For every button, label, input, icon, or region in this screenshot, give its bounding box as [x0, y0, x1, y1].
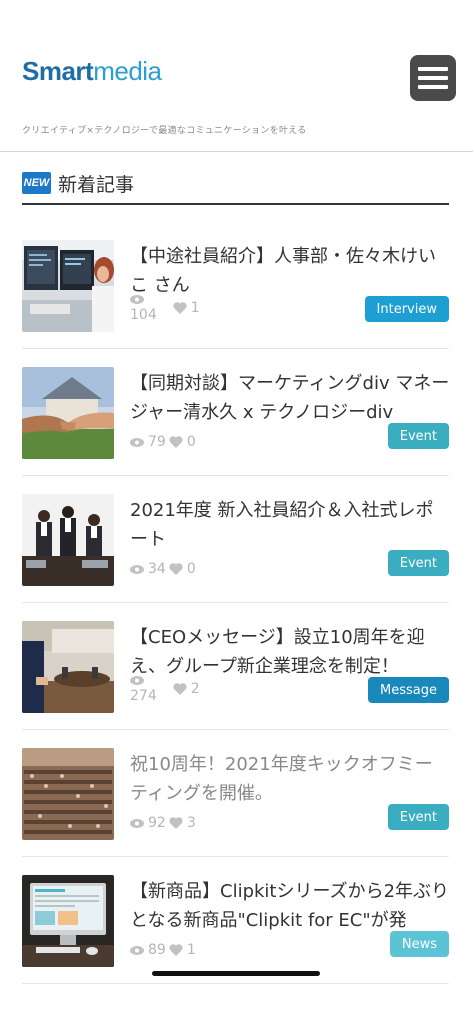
eye-icon [130, 676, 144, 685]
eye-icon [130, 818, 144, 828]
article-item[interactable]: 【同期対談】マーケティングdiv マネージャー清水久 x テクノロジーdiv 7… [22, 349, 449, 476]
article-thumbnail[interactable] [22, 748, 114, 840]
article-title[interactable]: 2021年度 新入社員紹介＆入社式レポート [130, 496, 450, 554]
heart-icon[interactable] [169, 817, 183, 829]
article-thumbnail[interactable] [22, 367, 114, 459]
article-thumbnail[interactable] [22, 621, 114, 713]
like-count: 2 [190, 681, 200, 697]
article-stats: 89 1 [130, 941, 196, 959]
hamburger-icon[interactable] [410, 55, 456, 101]
site-logo[interactable]: Smartmedia [22, 56, 162, 87]
eye-icon [130, 945, 144, 955]
view-count: 34 [148, 561, 166, 577]
view-count: 104 [130, 307, 157, 323]
article-title[interactable]: 【CEOメッセージ】設立10周年を迎え、グループ新企業理念を制定！ [130, 623, 450, 681]
eye-icon [130, 437, 144, 447]
heart-icon[interactable] [169, 563, 183, 575]
like-count: 0 [186, 561, 196, 577]
article-item[interactable]: 【中途社員紹介】人事部・佐々木けいこ さん 104 1 Interview [22, 222, 449, 349]
eye-icon [130, 295, 144, 304]
article-title[interactable]: 【同期対談】マーケティングdiv マネージャー清水久 x テクノロジーdiv [130, 369, 450, 427]
view-count: 79 [148, 434, 166, 450]
article-thumbnail[interactable] [22, 875, 114, 967]
category-tag[interactable]: News [389, 931, 449, 957]
site-tagline: クリエイティブ×テクノロジーで最適なコミュニケーションを叶える [22, 126, 307, 136]
article-thumbnail[interactable] [22, 240, 114, 332]
category-tag[interactable]: Event [387, 423, 449, 449]
article-stats: 274 2 [130, 674, 200, 714]
category-tag[interactable]: Message [368, 677, 449, 703]
article-item[interactable]: 【CEOメッセージ】設立10周年を迎え、グループ新企業理念を制定！ 274 2 … [22, 603, 449, 730]
view-count: 89 [148, 942, 166, 958]
like-count: 1 [186, 942, 196, 958]
article-stats: 79 0 [130, 433, 196, 451]
article-item[interactable]: 2021年度 新入社員紹介＆入社式レポート 34 0 Event [22, 476, 449, 603]
view-count: 274 [130, 688, 157, 704]
article-stats: 34 0 [130, 560, 196, 578]
category-tag[interactable]: Event [387, 550, 449, 576]
new-badge: NEW [22, 172, 51, 194]
heart-icon[interactable] [173, 302, 187, 314]
article-stats: 92 3 [130, 814, 196, 832]
eye-icon [130, 564, 144, 574]
heart-icon[interactable] [169, 436, 183, 448]
section-title: 新着記事 [58, 174, 135, 196]
category-tag[interactable]: Event [387, 804, 449, 830]
site-header: Smartmedia クリエイティブ×テクノロジーで最適なコミュニケーションを叶… [0, 0, 473, 152]
view-count: 92 [148, 815, 166, 831]
article-thumbnail[interactable] [22, 494, 114, 586]
article-title[interactable]: 【新商品】Clipkitシリーズから2年ぶりとなる新商品"Clipkit for… [130, 877, 450, 935]
article-item[interactable]: 祝10周年！2021年度キックオフミーティングを開催。 92 3 Event [22, 730, 449, 857]
like-count: 1 [190, 300, 200, 316]
section-heading: NEW 新着記事 [22, 168, 449, 205]
category-tag[interactable]: Interview [364, 296, 449, 322]
home-indicator[interactable] [152, 971, 320, 976]
like-count: 0 [186, 434, 196, 450]
article-stats: 104 1 [130, 293, 200, 333]
like-count: 3 [186, 815, 196, 831]
heart-icon[interactable] [173, 683, 187, 695]
article-item[interactable]: 【新商品】Clipkitシリーズから2年ぶりとなる新商品"Clipkit for… [22, 857, 449, 984]
article-title[interactable]: 【中途社員紹介】人事部・佐々木けいこ さん [130, 242, 450, 300]
article-title[interactable]: 祝10周年！2021年度キックオフミーティングを開催。 [130, 750, 450, 808]
heart-icon[interactable] [169, 944, 183, 956]
